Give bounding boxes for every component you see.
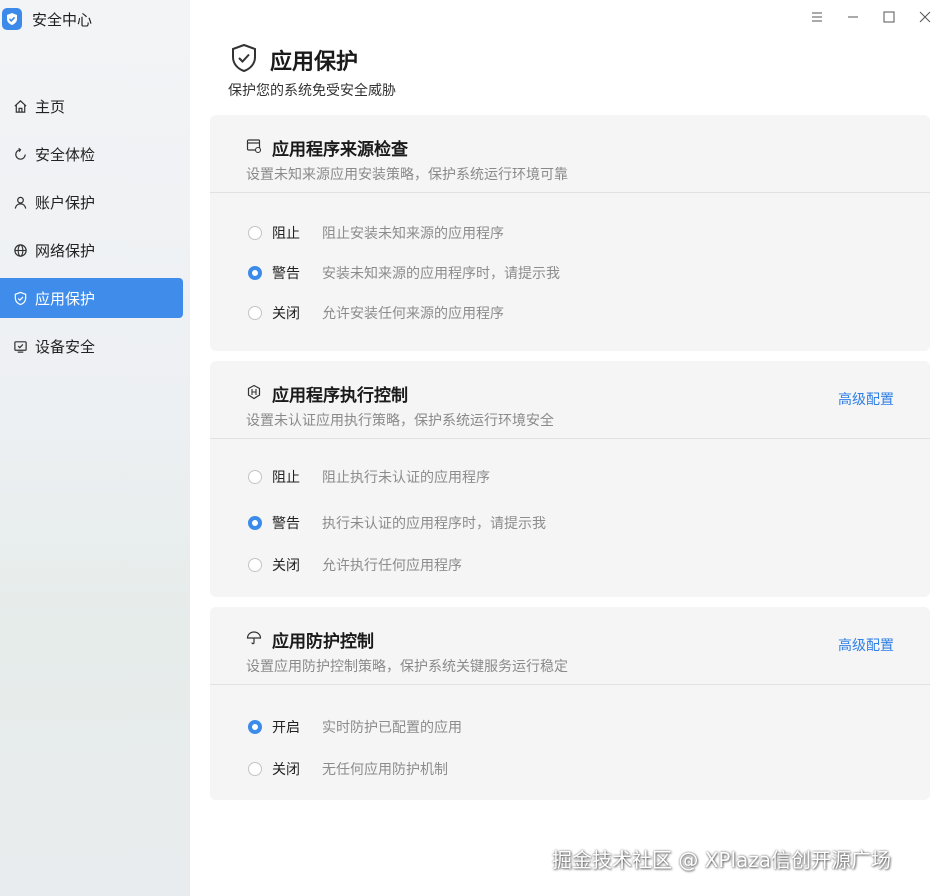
radio-button-selected[interactable] [248,266,262,280]
card-description: 设置应用防护控制策略，保护系统关键服务运行稳定 [246,659,568,675]
card-title: 应用防护控制 [272,632,374,652]
option-label: 关闭 [272,762,300,778]
radio-button-selected[interactable] [248,516,262,530]
sidebar-item-home[interactable]: 主页 [0,86,183,126]
sidebar: 安全中心 主页 安全体检 账户保护 网络保护 应用保护 设备安全 [0,0,190,896]
option-label: 开启 [272,720,300,736]
card-source-check: 应用程序来源检查 设置未知来源应用安装策略，保护系统运行环境可靠 阻止 阻止安装… [210,115,930,351]
sidebar-item-app-protection[interactable]: 应用保护 [0,278,183,318]
card-header: 应用程序执行控制 设置未认证应用执行策略，保护系统运行环境安全 高级配置 [210,361,930,439]
home-icon [12,98,28,114]
page-subtitle: 保护您的系统免受安全威胁 [228,83,396,99]
card-title: 应用程序执行控制 [272,386,408,406]
advanced-config-link[interactable]: 高级配置 [838,389,894,409]
window-controls [799,6,943,28]
sidebar-nav: 主页 安全体检 账户保护 网络保护 应用保护 设备安全 [0,86,190,374]
option-label: 关闭 [272,558,300,574]
option-label: 警告 [272,266,300,282]
advanced-config-link[interactable]: 高级配置 [838,635,894,655]
card-execution-control: 应用程序执行控制 设置未认证应用执行策略，保护系统运行环境安全 高级配置 阻止 … [210,361,930,597]
sidebar-item-account[interactable]: 账户保护 [0,182,183,222]
option-off[interactable]: 关闭 允许执行任何应用程序 [248,555,462,575]
option-off[interactable]: 关闭 无任何应用防护机制 [248,759,448,779]
sidebar-item-label: 主页 [35,97,66,116]
sidebar-item-device[interactable]: 设备安全 [0,326,183,366]
device-check-icon [12,338,28,354]
radio-button[interactable] [248,470,262,484]
option-description: 阻止安装未知来源的应用程序 [322,226,504,242]
option-label: 警告 [272,516,300,532]
sidebar-item-label: 安全体检 [35,145,96,164]
page-title: 应用保护 [270,50,359,75]
app-title: 安全中心 [32,10,93,29]
option-block[interactable]: 阻止 阻止执行未认证的应用程序 [248,467,490,487]
maximize-icon[interactable] [871,6,907,28]
app-header: 安全中心 [0,6,92,32]
option-description: 实时防护已配置的应用 [322,720,462,736]
radio-button[interactable] [248,558,262,572]
option-description: 安装未知来源的应用程序时，请提示我 [322,266,560,282]
watermark: 掘金技术社区 @ XPlaza信创开源广场 [552,848,892,872]
option-description: 执行未认证的应用程序时，请提示我 [322,516,546,532]
radio-button[interactable] [248,306,262,320]
card-header: 应用防护控制 设置应用防护控制策略，保护系统关键服务运行稳定 高级配置 [210,607,930,685]
sidebar-item-label: 网络保护 [35,241,96,260]
sidebar-item-label: 账户保护 [35,193,96,212]
card-description: 设置未知来源应用安装策略，保护系统运行环境可靠 [246,167,568,183]
option-description: 阻止执行未认证的应用程序 [322,470,490,486]
umbrella-icon [246,630,262,650]
shield-check-icon [12,290,28,306]
shield-check-icon [228,42,260,78]
option-label: 阻止 [272,470,300,486]
radio-button[interactable] [248,762,262,776]
card-description: 设置未认证应用执行策略，保护系统运行环境安全 [246,413,554,429]
app-logo-icon [2,8,22,30]
radio-button[interactable] [248,226,262,240]
page-header: 应用保护 保护您的系统免受安全威胁 [228,42,396,100]
option-label: 阻止 [272,226,300,242]
card-title: 应用程序来源检查 [272,140,408,160]
close-icon[interactable] [907,6,943,28]
option-description: 无任何应用防护机制 [322,762,448,778]
refresh-icon [12,146,28,162]
option-block[interactable]: 阻止 阻止安装未知来源的应用程序 [248,223,504,243]
card-header: 应用程序来源检查 设置未知来源应用安装策略，保护系统运行环境可靠 [210,115,930,193]
sidebar-item-label: 应用保护 [35,289,96,308]
hexagon-icon [246,384,262,404]
window-gear-icon [246,138,262,158]
menu-icon[interactable] [799,6,835,28]
option-description: 允许安装任何来源的应用程序 [322,306,504,322]
sidebar-item-network[interactable]: 网络保护 [0,230,183,270]
card-app-defense: 应用防护控制 设置应用防护控制策略，保护系统关键服务运行稳定 高级配置 开启 实… [210,607,930,800]
user-icon [12,194,28,210]
radio-button-selected[interactable] [248,720,262,734]
option-label: 关闭 [272,306,300,322]
option-description: 允许执行任何应用程序 [322,558,462,574]
globe-icon [12,242,28,258]
sidebar-item-scan[interactable]: 安全体检 [0,134,183,174]
sidebar-item-label: 设备安全 [35,337,96,356]
minimize-icon[interactable] [835,6,871,28]
option-warn[interactable]: 警告 安装未知来源的应用程序时，请提示我 [248,263,560,283]
option-warn[interactable]: 警告 执行未认证的应用程序时，请提示我 [248,513,546,533]
option-on[interactable]: 开启 实时防护已配置的应用 [248,717,462,737]
option-off[interactable]: 关闭 允许安装任何来源的应用程序 [248,303,504,323]
